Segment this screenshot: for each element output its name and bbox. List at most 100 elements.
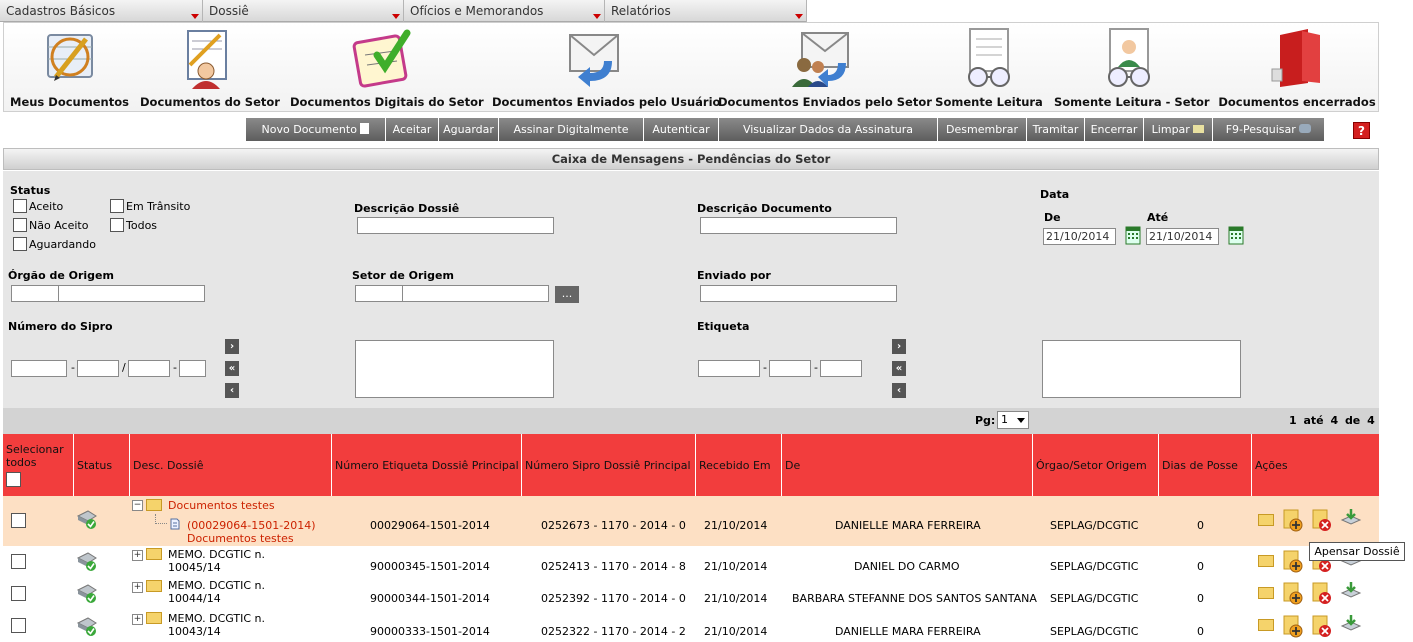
setor-name-input[interactable] bbox=[402, 285, 549, 302]
expand-icon[interactable]: + bbox=[132, 550, 143, 561]
select-all-checkbox[interactable] bbox=[6, 472, 21, 487]
visualizar-assinatura-button[interactable]: Visualizar Dados da Assinatura bbox=[719, 118, 938, 141]
sipro-part4-input[interactable] bbox=[179, 360, 206, 377]
add-dossie-icon[interactable] bbox=[1282, 581, 1304, 605]
table-row[interactable]: − Documentos testes (00029064-1501-2014)… bbox=[3, 496, 1379, 546]
pesquisar-button[interactable]: F9-Pesquisar bbox=[1213, 118, 1325, 141]
tramitar-icon[interactable] bbox=[1340, 581, 1362, 601]
col-status[interactable]: Status bbox=[74, 434, 130, 496]
col-numero-etiqueta[interactable]: Número Etiqueta Dossiê Principal bbox=[332, 434, 522, 496]
tool-meus-documentos[interactable]: Meus Documentos bbox=[10, 23, 129, 111]
checkbox[interactable] bbox=[110, 218, 124, 232]
expand-icon[interactable]: + bbox=[132, 582, 143, 593]
col-select-all[interactable]: Selecionar todos bbox=[3, 434, 74, 496]
status-aceito[interactable]: Aceito bbox=[13, 199, 63, 213]
checkbox[interactable] bbox=[13, 199, 27, 213]
row-checkbox[interactable] bbox=[11, 513, 26, 528]
sipro-list[interactable] bbox=[355, 340, 554, 398]
table-row[interactable]: + MEMO. DCGTIC n. 10045/14 90000345-1501… bbox=[3, 546, 1379, 577]
sipro-remove-all-button[interactable]: « bbox=[225, 361, 239, 376]
open-folder-icon[interactable] bbox=[1258, 587, 1274, 599]
col-acoes[interactable]: Ações bbox=[1252, 434, 1379, 496]
tramitar-button[interactable]: Tramitar bbox=[1027, 118, 1085, 141]
remove-dossie-icon[interactable] bbox=[1311, 581, 1333, 605]
sipro-remove-button[interactable]: ‹ bbox=[225, 383, 239, 398]
etiqueta-part2-input[interactable] bbox=[769, 360, 811, 377]
calendar-icon[interactable] bbox=[1125, 225, 1141, 245]
open-folder-icon[interactable] bbox=[1258, 555, 1274, 567]
row-checkbox[interactable] bbox=[11, 554, 26, 569]
etiqueta-part3-input[interactable] bbox=[820, 360, 862, 377]
help-icon[interactable]: ? bbox=[1353, 122, 1370, 139]
tool-somente-leitura-setor[interactable]: Somente Leitura - Setor bbox=[1054, 23, 1210, 111]
document-desc[interactable]: Documentos testes bbox=[187, 532, 294, 545]
status-nao-aceito[interactable]: Não Aceito bbox=[13, 218, 88, 232]
row-checkbox[interactable] bbox=[11, 618, 26, 633]
table-row[interactable]: + MEMO. DCGTIC n. 10044/14 90000344-1501… bbox=[3, 577, 1379, 610]
checkbox[interactable] bbox=[110, 199, 124, 213]
aguardar-button[interactable]: Aguardar bbox=[439, 118, 499, 141]
col-dias-posse[interactable]: Dias de Posse bbox=[1159, 434, 1252, 496]
etiqueta-list[interactable] bbox=[1042, 340, 1241, 398]
sipro-part1-input[interactable] bbox=[11, 360, 67, 377]
status-aguardando[interactable]: Aguardando bbox=[13, 237, 96, 251]
dossie-number[interactable]: 10045/14 bbox=[168, 561, 221, 574]
col-de[interactable]: De bbox=[782, 434, 1033, 496]
remove-dossie-icon[interactable] bbox=[1311, 508, 1333, 532]
col-recebido-em[interactable]: Recebido Em bbox=[696, 434, 782, 496]
tramitar-icon[interactable] bbox=[1340, 508, 1362, 528]
dossie-title[interactable]: MEMO. DCGTIC n. bbox=[168, 548, 265, 561]
table-row[interactable]: + MEMO. DCGTIC n. 10043/14 90000333-1501… bbox=[3, 610, 1379, 642]
row-checkbox[interactable] bbox=[11, 586, 26, 601]
tool-documentos-digitais[interactable]: Documentos Digitais do Setor bbox=[290, 23, 484, 111]
dossie-number[interactable]: 10044/14 bbox=[168, 592, 221, 605]
date-from-input[interactable]: 21/10/2014 bbox=[1043, 228, 1116, 245]
aceitar-button[interactable]: Aceitar bbox=[386, 118, 439, 141]
menu-cadastros[interactable]: Cadastros Básicos bbox=[0, 0, 203, 22]
orgao-code-input[interactable] bbox=[11, 285, 59, 302]
tool-documentos-setor[interactable]: Documentos do Setor bbox=[140, 23, 280, 111]
calendar-icon[interactable] bbox=[1228, 225, 1244, 245]
etiqueta-remove-all-button[interactable]: « bbox=[892, 361, 906, 376]
novo-documento-button[interactable]: Novo Documento bbox=[246, 118, 386, 141]
dossie-link[interactable]: Documentos testes bbox=[168, 499, 275, 512]
assinar-digitalmente-button[interactable]: Assinar Digitalmente bbox=[499, 118, 644, 141]
orgao-name-input[interactable] bbox=[58, 285, 205, 302]
add-dossie-icon[interactable] bbox=[1282, 549, 1304, 573]
remove-dossie-icon[interactable] bbox=[1311, 614, 1333, 638]
tramitar-icon[interactable] bbox=[1340, 614, 1362, 634]
date-to-input[interactable]: 21/10/2014 bbox=[1146, 228, 1219, 245]
setor-lookup-button[interactable]: ... bbox=[555, 286, 579, 303]
col-orgao-setor[interactable]: Órgao/Setor Origem bbox=[1033, 434, 1159, 496]
menu-oficios[interactable]: Ofícios e Memorandos bbox=[404, 0, 605, 22]
col-numero-sipro[interactable]: Número Sipro Dossiê Principal bbox=[522, 434, 696, 496]
tool-documentos-encerrados[interactable]: Documentos encerrados bbox=[1218, 23, 1376, 111]
descricao-documento-input[interactable] bbox=[700, 217, 897, 234]
enviado-por-input[interactable] bbox=[700, 285, 897, 302]
sipro-add-button[interactable]: › bbox=[225, 339, 239, 354]
encerrar-button[interactable]: Encerrar bbox=[1085, 118, 1144, 141]
limpar-button[interactable]: Limpar bbox=[1144, 118, 1213, 141]
checkbox[interactable] bbox=[13, 218, 27, 232]
menu-relatorios[interactable]: Relatórios bbox=[605, 0, 807, 22]
add-dossie-icon[interactable] bbox=[1282, 508, 1304, 532]
open-folder-icon[interactable] bbox=[1258, 619, 1274, 631]
col-desc-dossie[interactable]: Desc. Dossiê bbox=[130, 434, 332, 496]
sipro-part2-input[interactable] bbox=[77, 360, 119, 377]
menu-dossie[interactable]: Dossiê bbox=[203, 0, 404, 22]
checkbox[interactable] bbox=[13, 237, 27, 251]
expand-icon[interactable]: + bbox=[132, 614, 143, 625]
document-link[interactable]: (00029064-1501-2014) bbox=[187, 519, 316, 532]
etiqueta-part1-input[interactable] bbox=[698, 360, 760, 377]
etiqueta-remove-button[interactable]: ‹ bbox=[892, 383, 906, 398]
setor-code-input[interactable] bbox=[355, 285, 403, 302]
dossie-title[interactable]: MEMO. DCGTIC n. bbox=[168, 612, 265, 625]
dossie-number[interactable]: 10043/14 bbox=[168, 625, 221, 638]
status-todos[interactable]: Todos bbox=[110, 218, 157, 232]
page-select[interactable]: 1 bbox=[997, 411, 1029, 429]
collapse-icon[interactable]: − bbox=[132, 500, 143, 511]
tool-somente-leitura[interactable]: Somente Leitura bbox=[934, 23, 1044, 111]
dossie-title[interactable]: MEMO. DCGTIC n. bbox=[168, 579, 265, 592]
tool-enviados-usuario[interactable]: Documentos Enviados pelo Usuário bbox=[492, 23, 720, 111]
desmembrar-button[interactable]: Desmembrar bbox=[938, 118, 1027, 141]
